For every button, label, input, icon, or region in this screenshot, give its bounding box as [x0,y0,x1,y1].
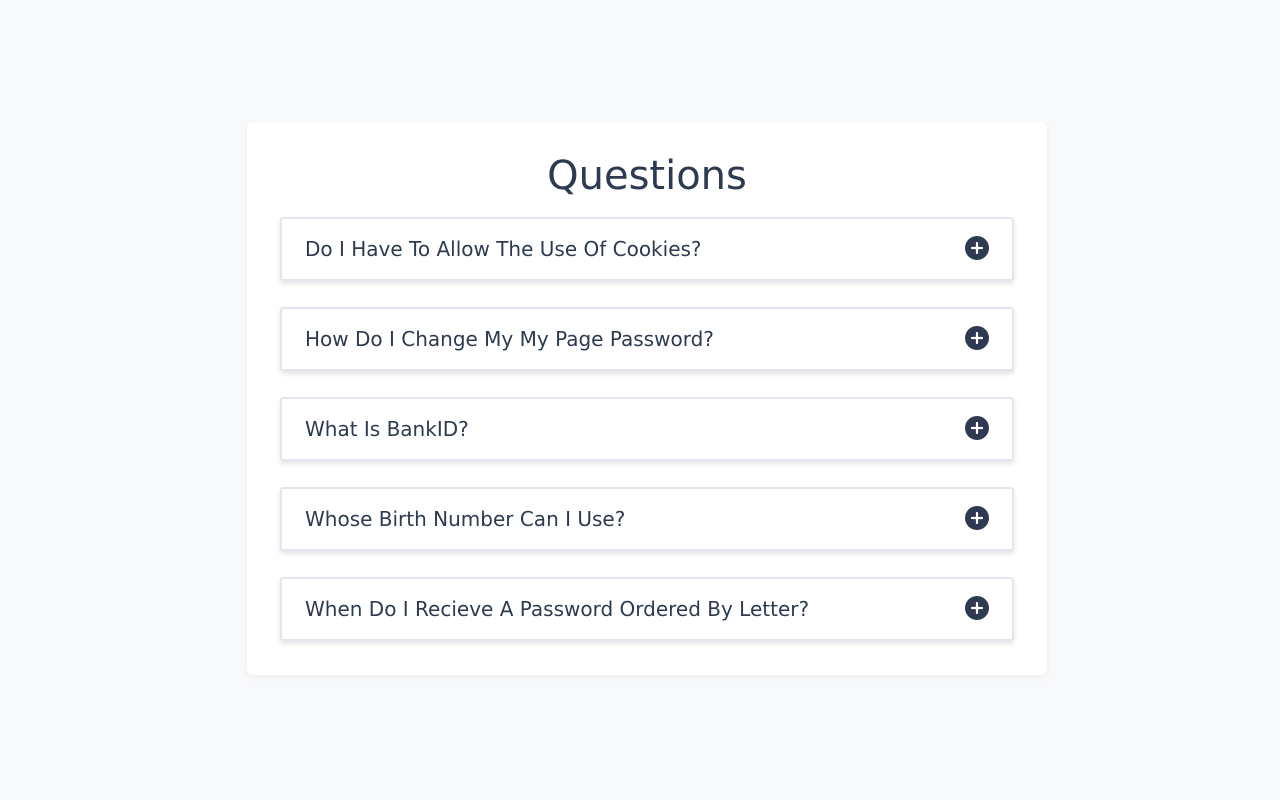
plus-circle-icon[interactable] [965,506,989,530]
faq-item[interactable]: When Do I Recieve A Password Ordered By … [280,577,1014,641]
faq-question: What Is BankID? [305,417,469,441]
faq-item[interactable]: What Is BankID? [280,397,1014,461]
faq-item[interactable]: Whose Birth Number Can I Use? [280,487,1014,551]
faq-question: Do I Have To Allow The Use Of Cookies? [305,237,702,261]
faq-item[interactable]: Do I Have To Allow The Use Of Cookies? [280,217,1014,281]
faq-question: How Do I Change My My Page Password? [305,327,714,351]
faq-item[interactable]: How Do I Change My My Page Password? [280,307,1014,371]
page-title: Questions [547,153,747,199]
faq-question: Whose Birth Number Can I Use? [305,507,626,531]
faq-list: Do I Have To Allow The Use Of Cookies? H… [280,217,1014,667]
faq-card: Questions Do I Have To Allow The Use Of … [247,122,1047,675]
plus-circle-icon[interactable] [965,236,989,260]
faq-question: When Do I Recieve A Password Ordered By … [305,597,810,621]
plus-circle-icon[interactable] [965,326,989,350]
plus-circle-icon[interactable] [965,416,989,440]
plus-circle-icon[interactable] [965,596,989,620]
